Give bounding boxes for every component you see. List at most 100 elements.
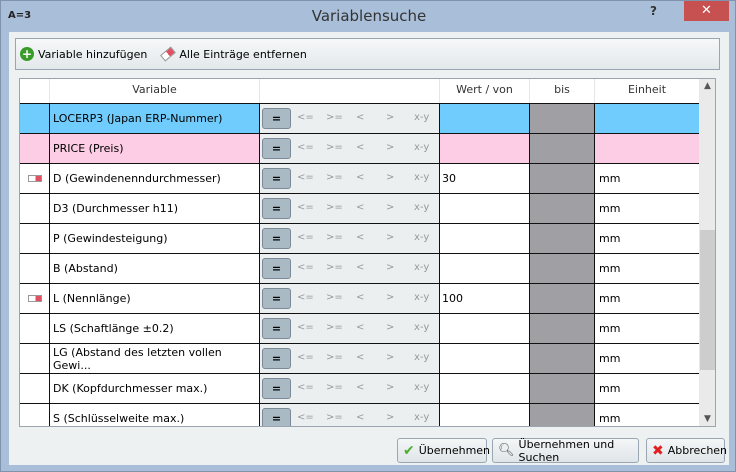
op-button[interactable]: < [356,292,364,303]
op-button[interactable]: < [356,262,364,273]
op-equals-button[interactable]: = [262,108,291,129]
op-button[interactable]: < [356,352,364,363]
op-equals-button[interactable]: = [262,288,291,309]
value-from-input[interactable] [440,254,530,283]
op-button[interactable]: <= [297,142,314,153]
op-button[interactable]: >= [326,232,343,243]
table-row[interactable]: D3 (Durchmesser h11) = <= >= < > x-y mm [20,193,699,223]
value-from-input[interactable] [440,104,530,133]
op-button[interactable]: > [386,382,394,393]
op-equals-button[interactable]: = [262,378,291,399]
value-from-input[interactable] [440,314,530,343]
op-button[interactable]: x-y [414,232,429,243]
op-button[interactable]: <= [297,352,314,363]
table-row[interactable]: B (Abstand) = <= >= < > x-y mm [20,253,699,283]
vertical-scrollbar[interactable]: ▲ ▼ [699,79,715,426]
col-unit[interactable]: Einheit [595,79,699,103]
value-from-input[interactable] [440,374,530,403]
table-row[interactable]: P (Gewindesteigung) = <= >= < > x-y mm [20,223,699,253]
op-button[interactable]: x-y [414,352,429,363]
op-button[interactable]: <= [297,262,314,273]
op-button[interactable]: > [386,172,394,183]
table-row[interactable]: D (Gewindenenndurchmesser) = <= >= < > x-y 30… [20,163,699,193]
op-equals-button[interactable]: = [262,258,291,279]
op-button[interactable]: >= [326,112,343,123]
table-row[interactable]: PRICE (Preis) = <= >= < > x-y [20,133,699,163]
op-button[interactable]: > [386,292,394,303]
op-button[interactable]: x-y [414,172,429,183]
op-button[interactable]: > [386,112,394,123]
col-von[interactable]: Wert / von [440,79,530,103]
op-equals-button[interactable]: = [262,318,291,339]
value-from-input[interactable] [440,194,530,223]
table-row[interactable]: LS (Schaftlänge ±0.2) = <= >= < > x-y mm [20,313,699,343]
op-button[interactable]: < [356,232,364,243]
op-button[interactable]: <= [297,232,314,243]
eraser-icon[interactable] [27,295,42,302]
value-from-input[interactable] [440,404,530,426]
value-from-input[interactable] [440,224,530,253]
op-button[interactable]: x-y [414,382,429,393]
table-row[interactable]: L (Nennlänge) = <= >= < > x-y 100 mm [20,283,699,313]
op-equals-button[interactable]: = [262,408,291,426]
cancel-button[interactable]: ✖ Abbrechen [646,438,727,463]
col-variable[interactable]: Variable [50,79,260,103]
op-equals-button[interactable]: = [262,138,291,159]
op-button[interactable]: < [356,112,364,123]
value-from-input[interactable]: 100 [440,284,530,313]
op-button[interactable]: >= [326,352,343,363]
op-button[interactable]: > [386,322,394,333]
op-equals-button[interactable]: = [262,348,291,369]
op-button[interactable]: <= [297,112,314,123]
op-button[interactable]: x-y [414,412,429,423]
op-button[interactable]: > [386,262,394,273]
op-button[interactable]: <= [297,382,314,393]
op-button[interactable]: >= [326,172,343,183]
op-button[interactable]: > [386,142,394,153]
op-button[interactable]: >= [326,262,343,273]
table-row[interactable]: LOCERP3 (Japan ERP-Nummer) = <= >= < > x-y [20,103,699,133]
value-from-input[interactable] [440,344,530,373]
value-from-input[interactable] [440,134,530,163]
op-button[interactable]: < [356,202,364,213]
table-row[interactable]: DK (Kopfdurchmesser max.) = <= >= < > x-y mm [20,373,699,403]
op-button[interactable]: < [356,412,364,423]
scroll-down-icon[interactable]: ▼ [699,414,715,424]
op-button[interactable]: >= [326,382,343,393]
op-button[interactable]: <= [297,412,314,423]
close-button[interactable]: ✕ [684,1,729,21]
row-icon-cell[interactable] [20,164,50,193]
op-button[interactable]: < [356,142,364,153]
op-button[interactable]: >= [326,412,343,423]
op-button[interactable]: > [386,352,394,363]
op-button[interactable]: >= [326,322,343,333]
scrollbar-thumb[interactable] [700,230,715,370]
op-button[interactable]: <= [297,322,314,333]
apply-search-button[interactable]: 🔍︎ Übernehmen und Suchen [492,438,639,464]
op-button[interactable]: > [386,412,394,423]
op-button[interactable]: x-y [414,292,429,303]
add-variable-button[interactable]: + Variable hinzufügen [20,47,147,61]
clear-all-button[interactable]: Alle Einträge entfernen [160,46,307,62]
op-button[interactable]: x-y [414,262,429,273]
op-button[interactable]: <= [297,172,314,183]
help-button[interactable]: ? [650,4,657,18]
row-icon-cell[interactable] [20,284,50,313]
op-button[interactable]: x-y [414,112,429,123]
op-button[interactable]: < [356,322,364,333]
op-button[interactable]: > [386,232,394,243]
op-button[interactable]: < [356,172,364,183]
op-button[interactable]: x-y [414,142,429,153]
op-button[interactable]: > [386,202,394,213]
op-button[interactable]: >= [326,202,343,213]
apply-button[interactable]: ✔ Übernehmen [397,438,490,463]
col-bis[interactable]: bis [530,79,595,103]
op-button[interactable]: < [356,382,364,393]
eraser-icon[interactable] [27,175,42,182]
table-row[interactable]: LG (Abstand des letzten vollen Gewi... =… [20,343,699,373]
value-from-input[interactable]: 30 [440,164,530,193]
op-button[interactable]: >= [326,142,343,153]
op-equals-button[interactable]: = [262,198,291,219]
op-button[interactable]: <= [297,202,314,213]
op-equals-button[interactable]: = [262,168,291,189]
